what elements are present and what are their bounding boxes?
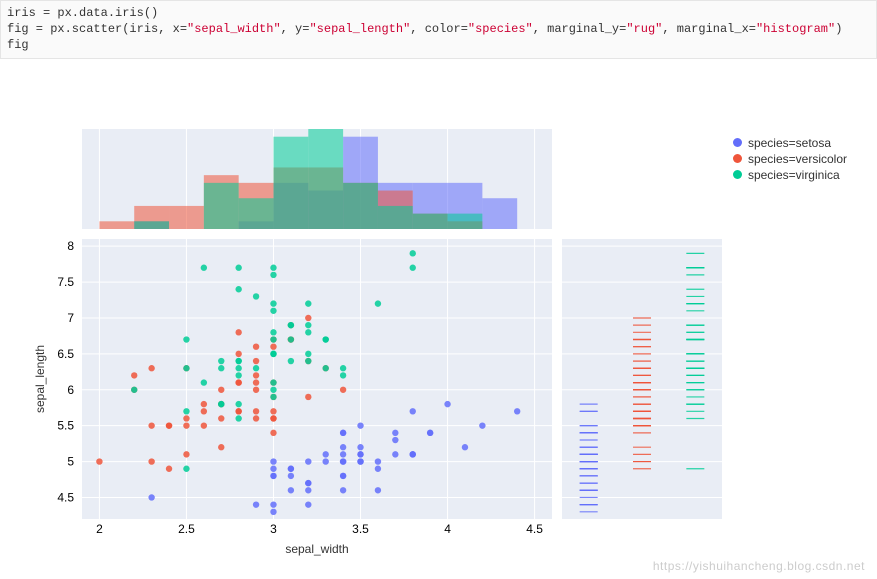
svg-text:3: 3 bbox=[270, 522, 277, 536]
figure[interactable]: species=setosa species=versicolor specie… bbox=[0, 59, 877, 579]
svg-text:sepal_width: sepal_width bbox=[285, 542, 348, 556]
svg-text:3.5: 3.5 bbox=[352, 522, 369, 536]
code-line-1: iris = px.data.iris() bbox=[7, 6, 158, 20]
svg-text:4.5: 4.5 bbox=[526, 522, 543, 536]
code-cell: iris = px.data.iris() fig = px.scatter(i… bbox=[0, 0, 877, 59]
svg-text:4.5: 4.5 bbox=[57, 490, 74, 504]
svg-text:8: 8 bbox=[67, 239, 74, 253]
plot-svg[interactable]: 22.533.544.54.555.566.577.58sepal_widths… bbox=[0, 59, 877, 579]
svg-text:7.5: 7.5 bbox=[57, 275, 74, 289]
code-line-2: fig = px.scatter(iris, x="sepal_width", … bbox=[7, 22, 842, 36]
svg-text:2.5: 2.5 bbox=[178, 522, 195, 536]
code-line-3: fig bbox=[7, 38, 29, 52]
watermark: https://yishuihancheng.blog.csdn.net bbox=[653, 559, 865, 573]
svg-text:4: 4 bbox=[444, 522, 451, 536]
svg-text:6.5: 6.5 bbox=[57, 346, 74, 360]
svg-text:sepal_length: sepal_length bbox=[33, 345, 47, 413]
svg-text:2: 2 bbox=[96, 522, 103, 536]
svg-text:7: 7 bbox=[67, 311, 74, 325]
svg-text:5: 5 bbox=[67, 454, 74, 468]
svg-text:5.5: 5.5 bbox=[57, 418, 74, 432]
svg-text:6: 6 bbox=[67, 382, 74, 396]
